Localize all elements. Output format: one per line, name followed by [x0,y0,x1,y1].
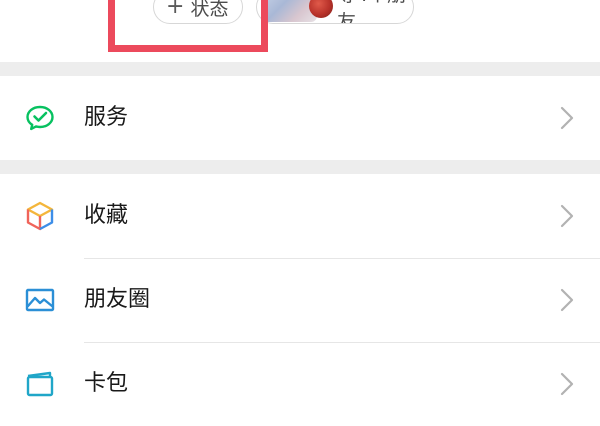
menu-item-moments[interactable]: 朋友圈 [0,258,600,342]
annotation-highlight-box [108,0,268,52]
friends-status-button[interactable]: 等4个朋友 [256,0,414,24]
friend-avatars [261,0,335,22]
chevron-right-icon [560,106,574,130]
chevron-right-icon [560,204,574,228]
menu-item-card-wallet[interactable]: 卡包 [0,342,600,426]
friend-avatar [309,0,333,18]
menu-item-service[interactable]: 服务 [0,76,600,160]
service-card: 服务 [0,76,600,160]
friends-count-label: 等4个朋友 [337,0,406,24]
card-wallet-icon [24,368,56,400]
menu-item-favorites[interactable]: 收藏 [0,174,600,258]
menu-item-moments-label: 朋友圈 [84,287,151,312]
wechat-pay-icon [24,102,56,134]
menu-item-service-label: 服务 [84,105,129,130]
favorites-cube-icon [24,200,56,232]
chevron-right-icon [560,288,574,312]
menu-item-card-wallet-label: 卡包 [84,371,129,396]
features-card: 收藏 朋友圈 卡包 [0,174,600,426]
status-bar-area: + 状态 等4个朋友 [0,0,600,62]
chevron-right-icon [560,372,574,396]
moments-picture-icon [24,284,56,316]
menu-item-favorites-label: 收藏 [84,203,129,228]
